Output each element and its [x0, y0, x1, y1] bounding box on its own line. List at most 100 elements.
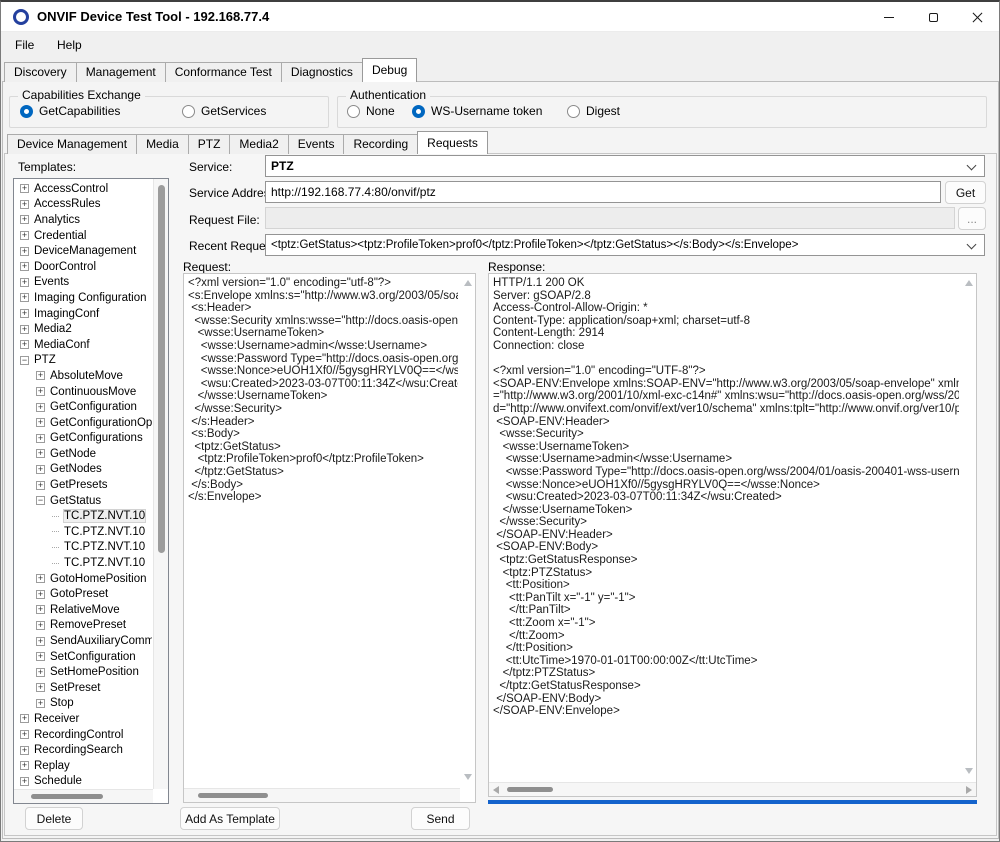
tab-requests[interactable]: Requests — [417, 131, 488, 154]
expand-icon[interactable] — [20, 746, 29, 755]
tree-vertical-scrollbar[interactable] — [153, 179, 168, 789]
expand-icon[interactable] — [20, 340, 29, 349]
expand-icon[interactable] — [36, 590, 45, 599]
expand-icon[interactable] — [36, 637, 45, 646]
tree-item-ptz[interactable]: PTZ — [16, 353, 152, 369]
radio-ws-username-token[interactable]: WS-Username token — [412, 104, 542, 118]
radio-digest[interactable]: Digest — [567, 104, 620, 118]
tab-management[interactable]: Management — [76, 62, 166, 82]
tree-vscroll-thumb[interactable] — [158, 185, 165, 553]
expand-icon[interactable] — [36, 371, 45, 380]
request-file-input[interactable] — [265, 207, 955, 229]
expand-icon[interactable] — [20, 215, 29, 224]
expand-icon[interactable] — [36, 621, 45, 630]
request-horizontal-scrollbar[interactable] — [184, 788, 460, 802]
expand-icon[interactable] — [36, 699, 45, 708]
tree-item-absolutemove[interactable]: AbsoluteMove — [16, 368, 152, 384]
tree-item-recordingcontrol[interactable]: RecordingControl — [16, 727, 152, 743]
expand-icon[interactable] — [20, 777, 29, 786]
scroll-down-icon[interactable] — [464, 774, 472, 780]
expand-icon[interactable] — [20, 231, 29, 240]
expand-icon[interactable] — [36, 434, 45, 443]
expand-icon[interactable] — [36, 652, 45, 661]
tab-conformance-test[interactable]: Conformance Test — [165, 62, 282, 82]
tree-item-credential[interactable]: Credential — [16, 228, 152, 244]
expand-icon[interactable] — [20, 200, 29, 209]
expand-icon[interactable] — [20, 262, 29, 271]
scroll-up-icon[interactable] — [464, 280, 472, 286]
tree-item-getconfigurationopt[interactable]: GetConfigurationOpt — [16, 415, 152, 431]
expand-icon[interactable] — [20, 730, 29, 739]
tree-item-sethomeposition[interactable]: SetHomePosition — [16, 664, 152, 680]
response-hscroll-thumb[interactable] — [507, 787, 553, 792]
response-horizontal-scrollbar[interactable] — [489, 782, 976, 796]
tree-hscroll-thumb[interactable] — [31, 794, 103, 799]
minimize-button[interactable] — [867, 2, 911, 32]
maximize-button[interactable] — [911, 2, 955, 32]
request-textarea[interactable]: <?xml version="1.0" encoding="utf-8"?> <… — [183, 273, 476, 803]
tree-item-setpreset[interactable]: SetPreset — [16, 680, 152, 696]
tree-item-analytics[interactable]: Analytics — [16, 212, 152, 228]
expand-icon[interactable] — [36, 418, 45, 427]
tree-item-schedule[interactable]: Schedule — [16, 774, 152, 788]
expand-icon[interactable] — [36, 605, 45, 614]
tree-item-continuousmove[interactable]: ContinuousMove — [16, 384, 152, 400]
tab-discovery[interactable]: Discovery — [4, 62, 77, 82]
tree-item-media2[interactable]: Media2 — [16, 321, 152, 337]
tree-item-tc-ptz-nvt-10[interactable]: TC.PTZ.NVT.10 — [16, 524, 152, 540]
scroll-down-icon[interactable] — [965, 768, 973, 774]
collapse-icon[interactable] — [20, 356, 29, 365]
scroll-up-icon[interactable] — [965, 280, 973, 286]
radio-none[interactable]: None — [347, 104, 395, 118]
close-button[interactable] — [955, 2, 999, 32]
tree-item-removepreset[interactable]: RemovePreset — [16, 618, 152, 634]
tree-item-getstatus[interactable]: GetStatus — [16, 493, 152, 509]
tree-item-mediaconf[interactable]: MediaConf — [16, 337, 152, 353]
tree-item-getnode[interactable]: GetNode — [16, 446, 152, 462]
tree-item-tc-ptz-nvt-10[interactable]: TC.PTZ.NVT.10 — [16, 540, 152, 556]
expand-icon[interactable] — [20, 309, 29, 318]
tree-item-receiver[interactable]: Receiver — [16, 711, 152, 727]
tree-item-devicemanagement[interactable]: DeviceManagement — [16, 243, 152, 259]
expand-icon[interactable] — [20, 293, 29, 302]
tree-item-imaging-configuration[interactable]: Imaging Configuration — [16, 290, 152, 306]
expand-icon[interactable] — [20, 247, 29, 256]
scroll-left-icon[interactable] — [493, 786, 499, 794]
tree-item-replay[interactable]: Replay — [16, 758, 152, 774]
radio-getservices[interactable]: GetServices — [182, 104, 266, 118]
tab-debug[interactable]: Debug — [362, 58, 417, 82]
tab-ptz[interactable]: PTZ — [188, 134, 231, 154]
tree-item-sendauxiliarycomma[interactable]: SendAuxiliaryComma — [16, 633, 152, 649]
tree-item-recordingsearch[interactable]: RecordingSearch — [16, 742, 152, 758]
response-textarea[interactable]: HTTP/1.1 200 OK Server: gSOAP/2.8 Access… — [488, 273, 977, 797]
tab-diagnostics[interactable]: Diagnostics — [281, 62, 363, 82]
tab-recording[interactable]: Recording — [343, 134, 418, 154]
tree-item-getpresets[interactable]: GetPresets — [16, 477, 152, 493]
expand-icon[interactable] — [20, 184, 29, 193]
tree-item-imagingconf[interactable]: ImagingConf — [16, 306, 152, 322]
expand-icon[interactable] — [36, 465, 45, 474]
tree-item-accesscontrol[interactable]: AccessControl — [16, 181, 152, 197]
expand-icon[interactable] — [20, 325, 29, 334]
add-as-template-button[interactable]: Add As Template — [180, 807, 280, 830]
tree-item-relativemove[interactable]: RelativeMove — [16, 602, 152, 618]
expand-icon[interactable] — [20, 761, 29, 770]
expand-icon[interactable] — [36, 574, 45, 583]
radio-getcapabilities[interactable]: GetCapabilities — [20, 104, 120, 118]
service-address-input[interactable]: http://192.168.77.4:80/onvif/ptz — [265, 181, 941, 203]
expand-icon[interactable] — [36, 481, 45, 490]
tab-events[interactable]: Events — [288, 134, 345, 154]
delete-button[interactable]: Delete — [25, 807, 83, 830]
expand-icon[interactable] — [36, 403, 45, 412]
expand-icon[interactable] — [36, 449, 45, 458]
service-select[interactable]: PTZ — [265, 155, 985, 177]
tree-item-getnodes[interactable]: GetNodes — [16, 462, 152, 478]
tree-horizontal-scrollbar[interactable] — [14, 789, 153, 803]
get-button[interactable]: Get — [945, 181, 986, 204]
tab-media[interactable]: Media — [136, 134, 189, 154]
menu-file[interactable]: File — [7, 33, 42, 58]
scroll-right-icon[interactable] — [966, 786, 972, 794]
request-hscroll-thumb[interactable] — [198, 793, 268, 798]
tree-item-getconfigurations[interactable]: GetConfigurations — [16, 431, 152, 447]
tree-item-gotopreset[interactable]: GotoPreset — [16, 586, 152, 602]
